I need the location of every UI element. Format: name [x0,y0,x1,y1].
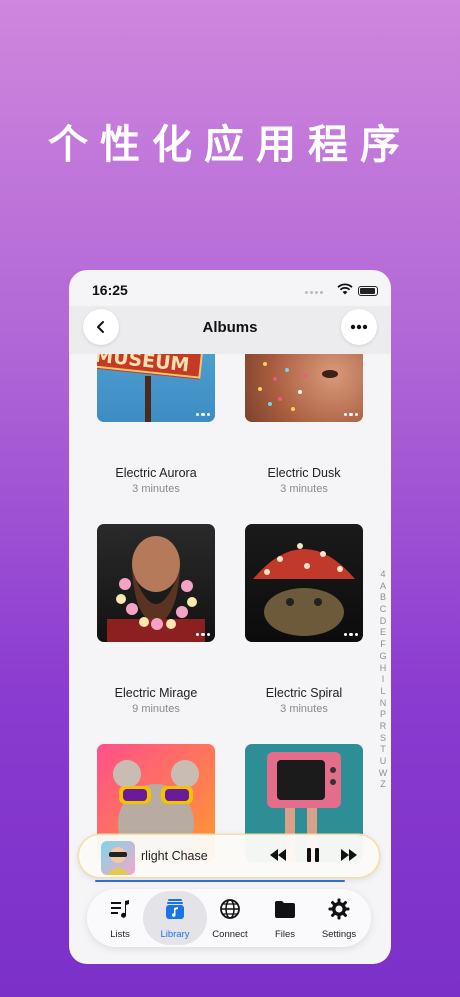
cellular-signal-icon [305,291,323,294]
index-letter[interactable]: G [378,651,388,663]
tab-label: Library [160,929,190,940]
index-letter[interactable]: C [378,604,388,616]
index-letter[interactable]: A [378,581,388,593]
index-letter[interactable]: R [378,721,388,733]
tab-library[interactable]: Library [143,889,207,947]
index-letter[interactable]: W [378,768,388,780]
globe-icon [220,899,240,919]
tab-lists[interactable]: Lists [92,889,148,947]
index-letter[interactable]: U [378,756,388,768]
index-letter[interactable]: B [378,592,388,604]
mini-player-artwork-image [107,847,129,875]
tab-files[interactable]: Files [257,889,313,947]
music-library-icon [166,899,184,919]
playback-progress-bar[interactable] [95,880,345,882]
mini-player-title: rlight Chase [141,849,208,863]
index-letter[interactable]: N [378,698,388,710]
phone-screen: 16:25 Albums MUSEUM Electric Aurora 3 mi… [69,270,391,964]
index-letter[interactable]: P [378,709,388,721]
pause-icon[interactable] [306,848,320,862]
battery-icon [358,286,378,296]
index-letter[interactable]: S [378,733,388,745]
album-duration: 9 minutes [132,703,180,715]
album-cover[interactable] [245,354,363,422]
folder-icon [275,901,295,918]
tab-label: Lists [110,929,130,940]
album-duration: 3 minutes [132,483,180,495]
index-letter[interactable]: Z [378,779,388,791]
status-bar: 16:25 [69,270,391,306]
index-letter[interactable]: E [378,627,388,639]
index-letter[interactable]: T [378,744,388,756]
rewind-icon[interactable] [269,848,287,862]
album-cover[interactable] [245,524,363,642]
tab-label: Files [274,929,296,940]
album-more-icon[interactable] [343,632,358,636]
index-letter[interactable]: I [378,674,388,686]
album-cover[interactable] [97,524,215,642]
mini-player[interactable]: rlight Chase [79,835,379,877]
tab-bar: Lists Library Connect Files Settings [87,889,371,947]
wifi-icon [337,283,353,295]
album-title: Electric Spiral [265,686,343,700]
promo-headline: 个性化应用程序 [48,122,412,168]
tab-settings[interactable]: Settings [311,889,367,947]
toad-mushroom-image [253,543,355,636]
more-options-button[interactable] [341,309,377,345]
navigation-bar: Albums [69,306,391,354]
album-more-icon[interactable] [195,632,210,636]
album-duration: 3 minutes [280,703,328,715]
index-letter[interactable]: D [378,616,388,628]
tab-connect[interactable]: Connect [202,889,258,947]
index-letter[interactable]: H [378,663,388,675]
mini-player-artwork[interactable] [101,841,135,875]
album-duration: 3 minutes [280,483,328,495]
album-more-icon[interactable] [343,412,358,416]
status-time: 16:25 [92,282,128,298]
ellipsis-icon [350,324,368,330]
album-title: Electric Aurora [115,466,197,480]
index-letter[interactable]: F [378,639,388,651]
tab-label: Connect [212,929,248,940]
album-title: Electric Dusk [267,466,341,480]
fast-forward-icon[interactable] [340,848,358,862]
gear-icon [328,898,350,920]
alphabet-index[interactable]: 4 A B C D E F G H I L N P R S T U W Z [378,569,388,791]
music-list-icon [111,900,129,918]
index-letter[interactable]: 4 [378,569,388,581]
tab-label: Settings [321,929,357,940]
album-more-icon[interactable] [195,412,210,416]
index-letter[interactable]: L [378,686,388,698]
album-cover[interactable]: MUSEUM [97,354,215,422]
album-title: Electric Mirage [114,686,198,700]
bearded-man-flowers-image [107,536,205,642]
